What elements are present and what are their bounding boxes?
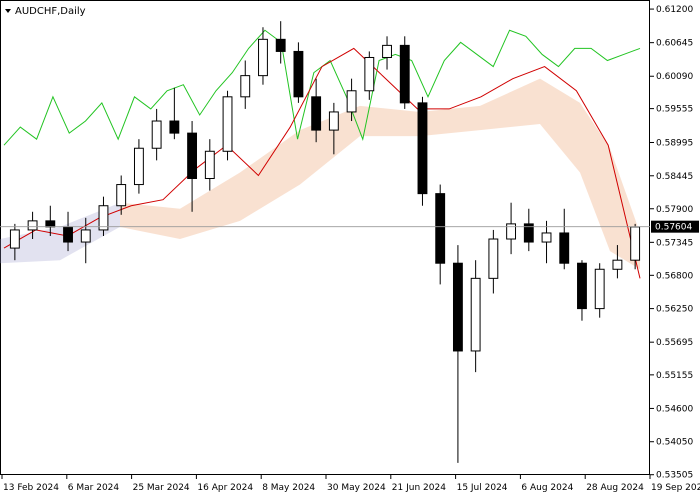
y-axis: 0.61200 0.60645 0.60090 0.59555 0.58995 0.584… [650,5,693,481]
y-tick-label: 0.54600 [656,404,693,414]
y-tick-label: 0.55695 [656,338,693,348]
candle-body [346,90,357,113]
x-tick-label: 16 Apr 2024 [197,483,253,493]
symbol-title: AUDCHF,Daily [5,6,86,17]
candle-body [488,238,499,279]
current-price-label-text: 0.57604 [655,223,692,233]
candle-body [275,38,286,52]
candle-body [151,120,162,149]
candle-body [169,120,180,134]
y-tick-label: 0.58995 [656,139,693,149]
y-tick-label: 0.54050 [656,438,693,448]
y-tick-label: 0.58445 [656,172,693,182]
y-tick-label: 0.53505 [656,471,693,481]
candle-body [594,268,605,310]
candle-body [452,262,463,352]
y-tick-label: 0.56800 [656,271,693,281]
y-tick-label: 0.57345 [656,238,693,248]
candle-body [45,220,56,228]
candle-body [27,220,38,231]
y-tick-label: 0.57900 [656,205,693,215]
candle-body [80,229,91,243]
candle-body [187,132,198,180]
candle-body [133,147,144,186]
x-tick-label: 8 May 2024 [262,483,315,493]
y-tick-label: 0.59555 [656,105,693,115]
candle-body [541,232,552,243]
candle-body [364,56,375,92]
candle-body [399,44,410,104]
symbol-timeframe-label: AUDCHF,Daily [15,6,86,17]
x-tick-label: 21 Jun 2024 [392,483,446,493]
x-tick-label: 6 Aug 2024 [521,483,573,493]
x-tick-label: 28 Aug 2024 [586,483,644,493]
candle-body [204,150,215,180]
x-tick-label: 25 Mar 2024 [133,483,190,493]
current-price-label: 0.57604 [651,220,699,233]
candle-body [612,259,623,270]
y-tick-label: 0.55155 [656,371,693,381]
candle-body [293,50,304,98]
candle-body [328,111,339,131]
y-tick-label: 0.56250 [656,305,693,315]
candle-body [382,44,392,58]
candle-body [417,102,428,195]
x-tick-label: 19 Sep 2024 [651,483,700,493]
x-tick-label: 13 Feb 2024 [3,483,59,493]
candle-body [240,75,251,98]
y-tick-label: 0.60090 [656,72,693,82]
chart-area: 0.61200 0.60645 0.60090 0.59555 0.58995 0.584… [0,0,700,500]
x-tick-label: 30 May 2024 [327,483,386,493]
candle-body [559,232,570,264]
candle-body [222,96,233,152]
candle-body [311,96,322,131]
x-tick-label: 6 Mar 2024 [68,483,120,493]
candle-body [577,262,587,310]
candle-body [435,193,446,264]
chart-background [0,0,700,500]
y-tick-label: 0.60645 [656,39,693,49]
candle-body [470,277,481,352]
candle-body [630,226,641,261]
candle-body [506,223,517,240]
candle-body [116,184,127,207]
y-tick-label: 0.61200 [656,5,693,15]
candle-body [9,229,20,249]
candle-body [63,226,73,243]
chart-svg: 0.61200 0.60645 0.60090 0.59555 0.58995 0.584… [0,0,700,500]
x-tick-label: 15 Jul 2024 [457,483,508,493]
candle-body [258,38,268,77]
